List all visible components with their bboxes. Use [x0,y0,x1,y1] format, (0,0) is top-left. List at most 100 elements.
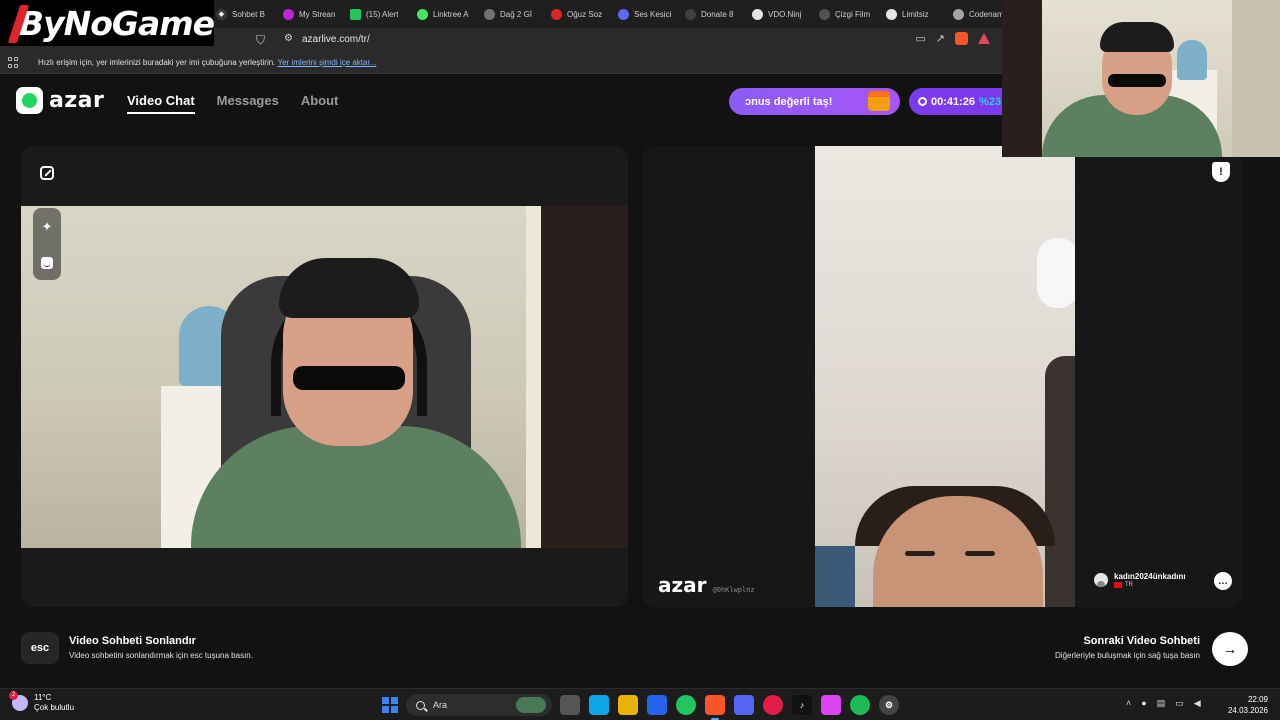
system-tray: ˄ ● ▤ ▭ ◀ [1126,698,1201,709]
next-chat-title: Sonraki Video Sohbeti [1083,635,1200,647]
whatsapp-icon[interactable] [676,695,696,715]
tiktok-icon[interactable]: ♪ [792,695,812,715]
video-tools: ✦ [33,208,61,280]
peer-info[interactable]: kadın2024ünkadını TR [1094,572,1186,588]
instagram-icon[interactable] [821,695,841,715]
tab-favicon-icon [953,8,964,20]
clock-icon [918,97,927,106]
next-chat-description: Diğerleriyle buluşmak için sağ tuşa bası… [1055,651,1200,660]
weather-widget[interactable]: 11°CÇok bulutlu [9,691,74,713]
brave-browser-icon[interactable] [705,695,725,720]
taskbar-clock[interactable]: 22:09 24.03.2026 [1228,694,1268,716]
browser-tab[interactable]: Ses Kesici [612,3,679,25]
esc-key-button[interactable]: esc [21,632,59,664]
url-field[interactable]: azarlive.com/tr/ [302,34,370,45]
browser-tab[interactable]: Codenam [947,3,1002,25]
cast-icon[interactable]: ▭ [915,32,925,45]
store-icon[interactable] [589,695,609,715]
arrow-right-icon: → [1222,640,1238,658]
tab-favicon-icon [819,8,830,20]
peer-name: kadın2024ünkadını [1114,572,1186,581]
local-video-panel: ✦ [21,146,628,607]
bookmark-bar: Hızlı erişim için, yer imlerinizi burada… [0,52,1002,74]
browser-tab[interactable]: Dağ 2 Gİ [478,3,545,25]
brave-rewards-icon[interactable] [978,33,990,44]
bookmark-icon[interactable]: ⛉ [256,33,265,48]
tab-favicon-icon [484,8,495,20]
microphone-icon[interactable]: ● [1141,698,1146,709]
tab-favicon-icon [283,8,294,20]
tab-favicon-icon [752,8,763,20]
import-bookmarks-link[interactable]: Yer imlerini şimdi içe aktar... [277,58,376,67]
app-red-icon[interactable] [763,695,783,715]
nav-video-chat[interactable]: Video Chat [127,93,195,114]
nav-about[interactable]: About [301,93,339,114]
file-explorer-icon[interactable] [618,695,638,715]
chat-button[interactable]: … [1214,572,1232,590]
windows-start-icon[interactable] [382,697,398,713]
session-timer: 00:41:26 %23 [909,88,1009,115]
brand-logo-text: ByNoGame [18,3,215,43]
bookmark-bar-hint: Hızlı erişim için, yer imlerinizi burada… [38,58,377,67]
browser-tab[interactable]: Oğuz Soz [545,3,612,25]
stream-brand-logo: ByNoGame [0,0,215,46]
search-icon [416,700,425,710]
spotify-icon[interactable] [850,695,870,715]
gem-promo-banner[interactable]: ɔnus değerli taş! [729,88,900,115]
tab-favicon-icon [886,8,897,20]
next-chat-button[interactable]: → [1212,632,1248,666]
avatar [1094,573,1108,587]
keyboard-icon[interactable]: ▤ [1157,698,1166,709]
weather-icon [9,691,28,711]
end-chat-title: Video Sohbeti Sonlandır [69,635,196,647]
tab-favicon-icon [350,8,361,20]
tab-favicon-icon [685,8,696,20]
expand-button[interactable] [34,160,60,186]
azar-logo[interactable]: azar [16,87,104,114]
azar-watermark: azar @0hKlwplnz [658,573,755,597]
remote-video-feed [815,146,1075,607]
site-settings-icon[interactable]: ⚙ [284,33,293,44]
tab-favicon-icon [551,8,562,20]
azar-header: azar Video Chat Messages About ɔnus değe… [0,74,1009,126]
tab-favicon-icon [417,8,428,20]
brave-shields-icon[interactable] [955,32,968,45]
expand-icon [40,166,54,180]
nav-messages[interactable]: Messages [217,93,279,114]
settings-icon[interactable]: ⚙ [879,695,899,715]
mail-icon[interactable] [647,695,667,715]
browser-tab[interactable]: ◆ Sohbet B [210,3,277,25]
tab-favicon-icon [618,8,629,20]
treasure-chest-icon [868,91,890,111]
end-chat-description: Video sohbetini sonlandırmak için esc tu… [69,651,253,660]
browser-tab[interactable]: Çizgi Film [813,3,880,25]
browser-tab[interactable]: VDO.Ninj [746,3,813,25]
browser-tab[interactable]: Linktree A [411,3,478,25]
task-view-icon[interactable] [560,695,580,715]
streamer-webcam-overlay [1002,0,1280,157]
volume-icon[interactable]: ◀ [1194,698,1201,709]
browser-tab[interactable]: My Strean [277,3,344,25]
address-bar-actions: ▭ ↗ [915,32,990,45]
magic-wand-icon[interactable]: ✦ [42,219,53,235]
azar-logo-icon [16,87,43,114]
taskbar-apps: ♪ ⚙ [560,695,899,720]
discord-icon[interactable] [734,695,754,715]
windows-taskbar: 11°CÇok bulutlu Ara ♪ ⚙ ˄ ● ▤ ▭ ◀ [0,688,1280,720]
taskbar-search[interactable]: Ara [406,694,552,716]
peer-country: TR [1114,582,1186,588]
browser-tab[interactable]: Limitsiz [880,3,947,25]
browser-tab[interactable]: (15) Alert [344,3,411,25]
chevron-up-icon[interactable]: ˄ [1126,698,1131,709]
browser-tab[interactable]: Donate 8 [679,3,746,25]
screen: ◆ Sohbet B My Strean (15) Alert Linktree … [0,0,1280,720]
share-icon[interactable]: ↗ [936,32,945,45]
main-nav: Video Chat Messages About [127,93,338,114]
display-icon[interactable]: ▭ [1175,698,1184,709]
brand-slash-icon [4,3,15,43]
tab-favicon-icon: ◆ [216,8,227,20]
report-shield-button[interactable]: ! [1212,162,1230,182]
apps-grid-icon[interactable] [8,57,19,68]
sticker-icon[interactable] [41,257,53,269]
turkey-flag-icon [1114,582,1122,588]
